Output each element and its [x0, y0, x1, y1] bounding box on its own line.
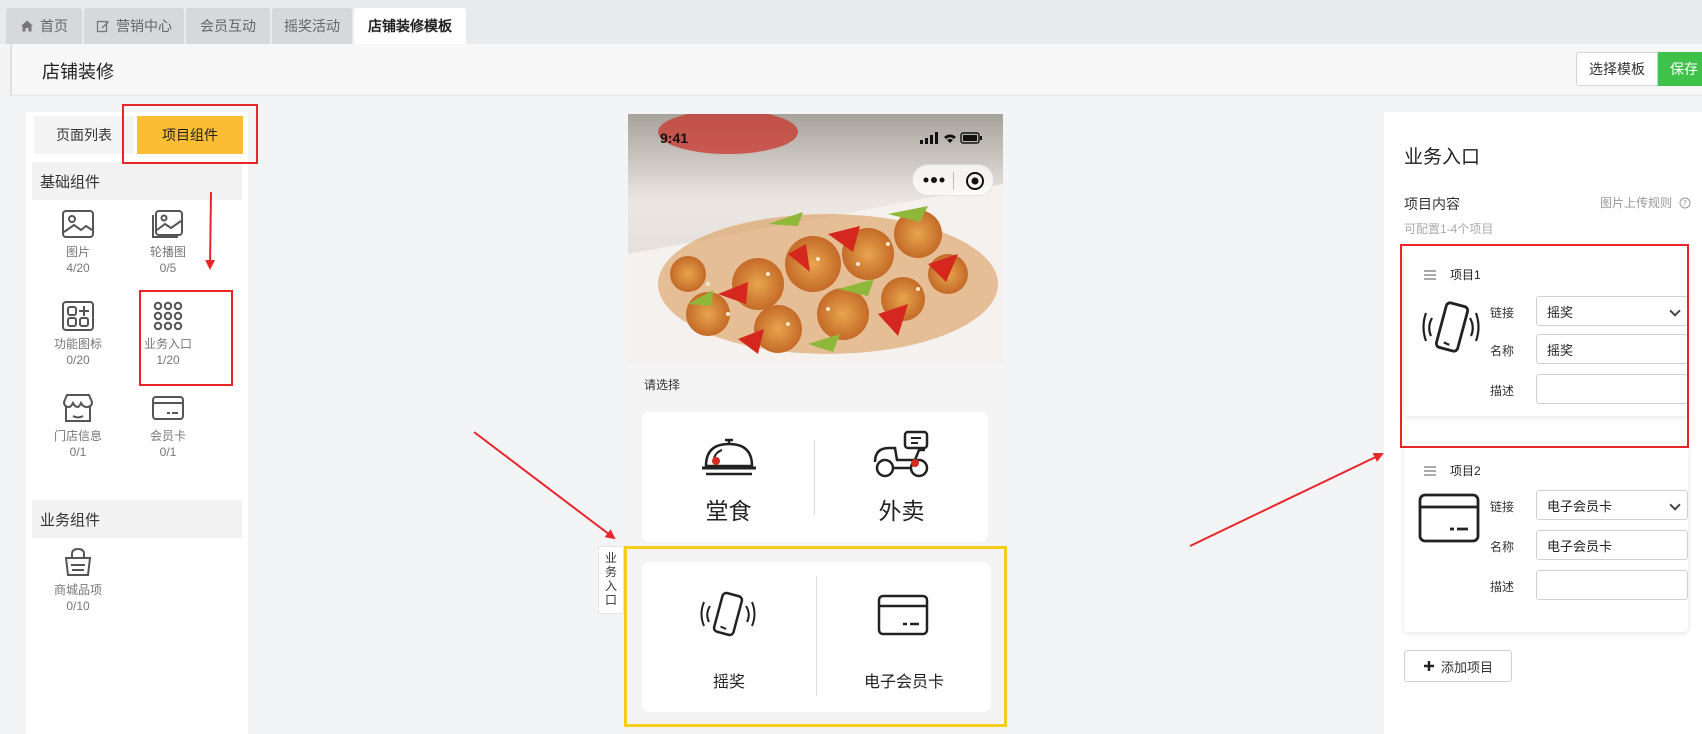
tab-marketing[interactable]: 营销中心: [84, 8, 184, 44]
component-function-icon[interactable]: 功能图标 0/20: [38, 300, 118, 368]
component-mall-items-label: 商城品项: [53, 583, 102, 597]
cloche-icon: [702, 438, 756, 476]
tab-store-template[interactable]: 店铺装修模板: [354, 8, 466, 44]
name-label: 名称: [1490, 540, 1515, 554]
arrow-to-side-tag: [473, 431, 616, 540]
component-panel: 页面列表 项目组件 基础组件 图片 4/20 轮播图 0/5 功能图标 0/20…: [26, 112, 248, 734]
page-title: 店铺装修: [42, 62, 114, 82]
desc-input-2[interactable]: [1536, 570, 1688, 600]
image-icon: [62, 210, 94, 238]
tab-bar: 首页 营销中心 会员互动 摇奖活动 店铺装修模板: [0, 0, 1702, 44]
project-content-label: 项目内容: [1404, 196, 1460, 212]
link-label: 链接: [1490, 500, 1515, 514]
edit-icon: [96, 20, 109, 33]
status-bar-time: 9:41: [660, 130, 689, 146]
tab-member-interaction[interactable]: 会员互动: [186, 8, 270, 44]
add-project-button[interactable]: 添加项目: [1404, 650, 1512, 682]
dining-mode-card: 堂食 外卖: [642, 412, 988, 542]
save-button[interactable]: 保存: [1658, 52, 1702, 86]
card-icon[interactable]: [1418, 492, 1480, 544]
component-image-count: 4/20: [66, 261, 90, 275]
plus-icon: [1423, 661, 1434, 671]
signal-battery-icon: [920, 132, 982, 144]
help-icon: ?: [1679, 197, 1691, 209]
project-item-2: 项目2 链接 电子会员卡 名称 电子会员卡 描述: [1404, 444, 1688, 632]
component-store-info-label: 门店信息: [53, 429, 102, 443]
tab-store-template-label: 店铺装修模板: [368, 18, 452, 34]
tab-home[interactable]: 首页: [6, 8, 82, 44]
tab-marketing-label: 营销中心: [116, 18, 172, 34]
name-input-2[interactable]: 电子会员卡: [1536, 530, 1688, 560]
component-function-icon-count: 0/20: [66, 353, 90, 367]
hero-food-image[interactable]: 9:41: [628, 114, 1003, 364]
highlight-business-entry: [624, 546, 1007, 727]
tab-page-list[interactable]: 页面列表: [34, 116, 134, 154]
desc-label: 描述: [1490, 580, 1515, 594]
component-store-info[interactable]: 门店信息 0/1: [38, 392, 118, 460]
business-components-heading: 业务组件: [32, 500, 242, 538]
select-label: 请选择: [644, 378, 681, 392]
component-image[interactable]: 图片 4/20: [38, 208, 118, 276]
tab-home-label: 首页: [40, 18, 68, 34]
component-store-info-count: 0/1: [69, 445, 87, 459]
carousel-icon: [152, 210, 183, 238]
home-icon: [21, 20, 33, 32]
component-member-card-count: 0/1: [159, 445, 177, 459]
config-hint: 可配置1-4个项目: [1404, 222, 1494, 236]
arrow-to-item-1: [1189, 452, 1384, 547]
add-project-label: 添加项目: [1440, 659, 1493, 675]
component-carousel[interactable]: 轮播图 0/5: [128, 208, 208, 276]
page-header: 店铺装修 选择模板 保存: [10, 44, 1702, 96]
panel-title: 业务入口: [1404, 147, 1481, 168]
takeout-option[interactable]: 外卖: [815, 412, 988, 542]
side-tag-label: 业务入口: [605, 551, 618, 607]
mini-program-capsule[interactable]: [912, 164, 994, 196]
component-mall-items-count: 0/10: [66, 599, 90, 613]
store-icon: [62, 394, 94, 422]
component-member-card[interactable]: 会员卡 0/1: [128, 392, 208, 460]
component-function-icon-label: 功能图标: [53, 337, 102, 351]
component-carousel-count: 0/5: [159, 261, 177, 275]
dine-in-option[interactable]: 堂食: [642, 412, 815, 542]
business-entry-side-tag[interactable]: 业务入口: [598, 546, 624, 614]
basket-icon: [64, 547, 92, 576]
upload-rule-link[interactable]: 图片上传规则 ?: [1600, 194, 1691, 211]
delivery-scooter-icon: [873, 430, 929, 478]
annotation-box-business-entry: [139, 290, 233, 386]
card-icon: [152, 396, 184, 420]
component-mall-items[interactable]: 商城品项 0/10: [38, 546, 118, 614]
close-target-icon[interactable]: [965, 171, 985, 191]
component-image-label: 图片: [65, 245, 90, 259]
more-dots-icon[interactable]: [923, 175, 945, 185]
drag-handle-icon[interactable]: [1424, 466, 1436, 476]
svg-text:?: ?: [1683, 199, 1687, 208]
annotation-box-components-tab: [122, 104, 258, 164]
dine-in-label: 堂食: [705, 498, 752, 524]
link-select-2[interactable]: 电子会员卡: [1536, 490, 1688, 520]
tab-lottery-label: 摇奖活动: [284, 18, 340, 34]
project-item-2-title: 项目2: [1450, 464, 1481, 478]
annotation-box-item-1: [1400, 244, 1689, 448]
component-carousel-label: 轮播图: [149, 245, 186, 259]
tab-lottery[interactable]: 摇奖活动: [272, 8, 352, 44]
basic-components-heading: 基础组件: [32, 162, 242, 200]
select-template-button[interactable]: 选择模板: [1576, 52, 1658, 86]
tab-member-interaction-label: 会员互动: [200, 18, 256, 34]
food-photo-image: [628, 114, 1003, 364]
component-member-card-label: 会员卡: [149, 429, 186, 443]
function-icon: [62, 301, 94, 331]
upload-rule-label: 图片上传规则: [1600, 196, 1673, 210]
takeout-label: 外卖: [878, 498, 925, 524]
